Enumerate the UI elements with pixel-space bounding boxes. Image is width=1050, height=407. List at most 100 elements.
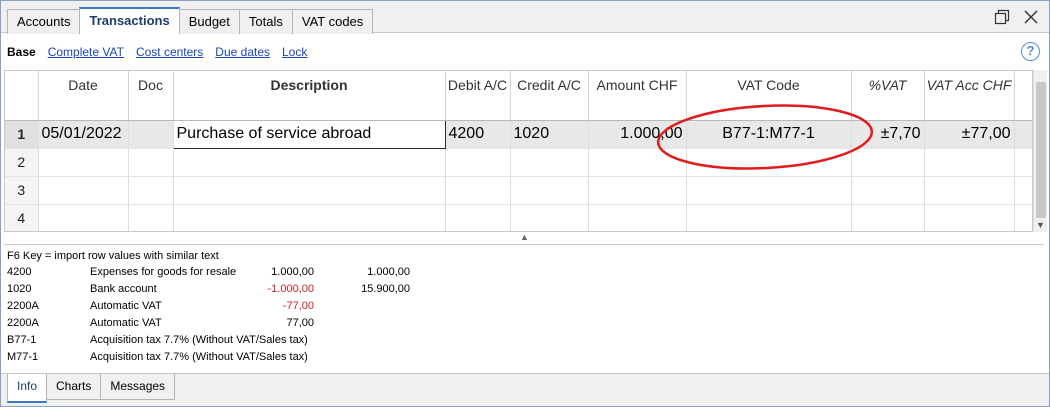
info-line: 2200A Automatic VAT 77,00 xyxy=(4,317,1044,333)
cell-date[interactable] xyxy=(38,148,129,177)
info-balance: 1.000,00 xyxy=(367,266,410,278)
info-description: Bank account xyxy=(90,283,157,295)
cell-date[interactable]: 05/01/2022 xyxy=(38,120,129,149)
info-amount: -1.000,00 xyxy=(267,283,314,295)
col-header-description[interactable]: Description xyxy=(173,71,446,121)
cell-debit[interactable]: 4200 xyxy=(445,120,511,149)
info-description: Automatic VAT xyxy=(90,317,162,329)
info-line: M77-1 Acquisition tax 7.7% (Without VAT/… xyxy=(4,351,1044,367)
col-header-date[interactable]: Date xyxy=(38,71,129,121)
table-row[interactable]: 3 xyxy=(5,176,1032,205)
col-header-vat-code[interactable]: VAT Code xyxy=(686,71,852,121)
info-account: 2200A xyxy=(7,317,39,329)
view-lock[interactable]: Lock xyxy=(282,45,307,61)
cell-vat-code[interactable] xyxy=(686,148,852,177)
tab-messages[interactable]: Messages xyxy=(100,374,176,400)
info-account: 1020 xyxy=(7,283,32,295)
tab-vat-codes[interactable]: VAT codes xyxy=(291,9,374,34)
col-header-vat-pct[interactable]: %VAT xyxy=(851,71,925,121)
cell-vat-acc[interactable] xyxy=(924,204,1015,231)
cell-vat-code[interactable] xyxy=(686,176,852,205)
cell-doc[interactable] xyxy=(128,120,174,149)
col-header-amount[interactable]: Amount CHF xyxy=(588,71,687,121)
panel-tabs: Info Charts Messages xyxy=(7,374,176,403)
cell-vat-pct[interactable]: ±7,70 xyxy=(851,120,925,149)
info-description: Automatic VAT xyxy=(90,300,162,312)
tab-totals[interactable]: Totals xyxy=(238,9,293,34)
vertical-scrollbar[interactable]: ▼ xyxy=(1033,70,1047,232)
info-panel: F6 Key = import row values with similar … xyxy=(4,244,1044,372)
cell-doc[interactable] xyxy=(128,176,174,205)
view-due-dates[interactable]: Due dates xyxy=(215,45,270,61)
info-account: 2200A xyxy=(7,300,39,312)
bottom-tab-bar: Info Charts Messages xyxy=(1,373,1049,406)
view-complete-vat[interactable]: Complete VAT xyxy=(48,45,124,61)
tab-accounts[interactable]: Accounts xyxy=(7,9,81,34)
cell-vat-code[interactable]: B77-1:M77-1 xyxy=(686,120,852,149)
info-account: B77-1 xyxy=(7,334,37,346)
table-row[interactable]: 4 xyxy=(5,204,1032,231)
column-view-links: Base Complete VAT Cost centers Due dates… xyxy=(7,45,319,61)
col-header-debit[interactable]: Debit A/C xyxy=(445,71,511,121)
tab-budget[interactable]: Budget xyxy=(178,9,240,34)
col-header-rownum xyxy=(5,71,39,121)
help-icon[interactable]: ? xyxy=(1021,42,1040,61)
cell-filler xyxy=(1014,204,1032,231)
row-number[interactable]: 1 xyxy=(5,120,39,149)
cell-vat-acc[interactable] xyxy=(924,148,1015,177)
view-base[interactable]: Base xyxy=(7,45,36,61)
cell-description[interactable] xyxy=(173,204,446,231)
col-header-credit[interactable]: Credit A/C xyxy=(510,71,589,121)
cell-description[interactable] xyxy=(173,148,446,177)
cell-vat-pct[interactable] xyxy=(851,148,925,177)
cell-vat-pct[interactable] xyxy=(851,204,925,231)
cell-credit[interactable] xyxy=(510,176,589,205)
col-header-vat-acc[interactable]: VAT Acc CHF xyxy=(924,71,1015,121)
cell-credit[interactable]: 1020 xyxy=(510,120,589,149)
cell-amount[interactable]: 1.000,00 xyxy=(588,120,687,149)
scrollbar-thumb[interactable] xyxy=(1036,82,1046,218)
cell-debit[interactable] xyxy=(445,204,511,231)
table-row[interactable]: 2 xyxy=(5,148,1032,177)
table-header-row: Date Doc Description Debit A/C Credit A/… xyxy=(5,71,1032,121)
top-tab-bar: Accounts Transactions Budget Totals VAT … xyxy=(1,1,1049,34)
cell-vat-pct[interactable] xyxy=(851,176,925,205)
cell-credit[interactable] xyxy=(510,148,589,177)
close-icon[interactable] xyxy=(1022,9,1040,27)
view-cost-centers[interactable]: Cost centers xyxy=(136,45,203,61)
view-tabs: Accounts Transactions Budget Totals VAT … xyxy=(7,7,374,34)
table-row[interactable]: 1 05/01/2022 Purchase of service abroad … xyxy=(5,119,1032,149)
cell-amount[interactable] xyxy=(588,204,687,231)
col-header-doc[interactable]: Doc xyxy=(128,71,174,121)
cell-filler xyxy=(1014,176,1032,205)
info-line: 4200 Expenses for goods for resale 1.000… xyxy=(4,266,1044,282)
tab-info[interactable]: Info xyxy=(7,374,48,403)
row-number[interactable]: 3 xyxy=(5,176,39,205)
info-amount: 1.000,00 xyxy=(271,266,314,278)
cell-vat-code[interactable] xyxy=(686,204,852,231)
tab-transactions[interactable]: Transactions xyxy=(79,7,180,34)
row-number[interactable]: 4 xyxy=(5,204,39,231)
cell-description[interactable]: Purchase of service abroad xyxy=(172,119,446,149)
panel-splitter-icon[interactable]: ▲ xyxy=(520,232,529,242)
cell-filler xyxy=(1014,120,1032,149)
cell-doc[interactable] xyxy=(128,204,174,231)
cell-description[interactable] xyxy=(173,176,446,205)
cell-amount[interactable] xyxy=(588,176,687,205)
cell-debit[interactable] xyxy=(445,148,511,177)
cell-credit[interactable] xyxy=(510,204,589,231)
cell-date[interactable] xyxy=(38,176,129,205)
cell-date[interactable] xyxy=(38,204,129,231)
restore-window-icon[interactable] xyxy=(993,9,1011,27)
info-balance: 15.900,00 xyxy=(361,283,410,295)
cell-vat-acc[interactable] xyxy=(924,176,1015,205)
row-number[interactable]: 2 xyxy=(5,148,39,177)
info-description: Acquisition tax 7.7% (Without VAT/Sales … xyxy=(90,334,308,346)
scroll-down-arrow-icon[interactable]: ▼ xyxy=(1036,220,1045,230)
cell-doc[interactable] xyxy=(128,148,174,177)
col-header-filler xyxy=(1014,71,1032,121)
tab-charts[interactable]: Charts xyxy=(46,374,102,400)
cell-amount[interactable] xyxy=(588,148,687,177)
cell-vat-acc[interactable]: ±77,00 xyxy=(924,120,1015,149)
cell-debit[interactable] xyxy=(445,176,511,205)
